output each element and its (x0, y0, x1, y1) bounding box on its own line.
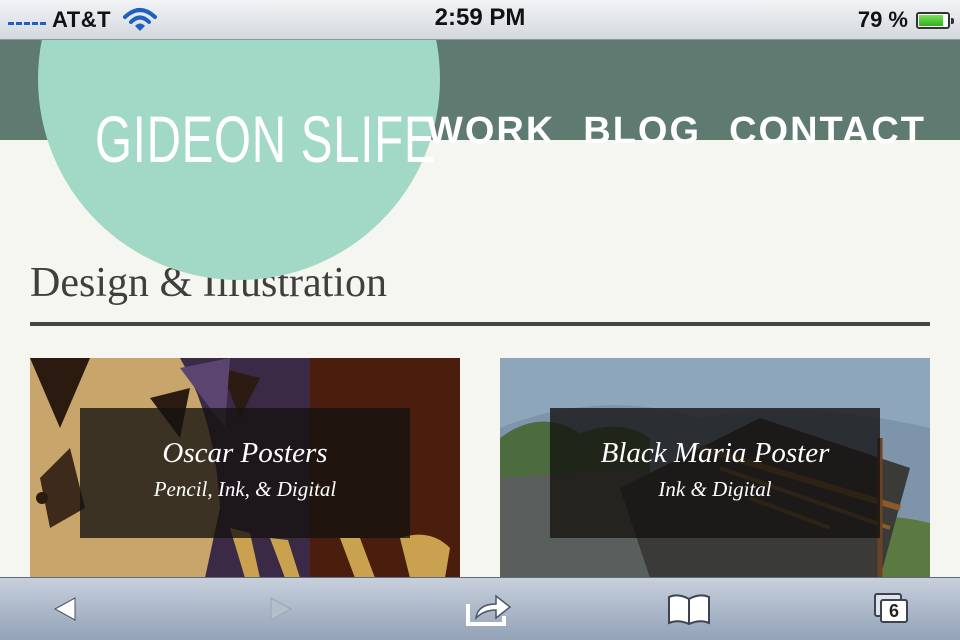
section-divider (30, 322, 930, 326)
tabs-button[interactable]: 6 (866, 588, 916, 630)
share-icon (466, 594, 512, 626)
back-button[interactable] (44, 588, 88, 630)
tabs-icon: 6 (868, 589, 914, 629)
battery-level (919, 14, 943, 26)
share-button[interactable] (462, 588, 516, 630)
site-logo[interactable]: GIDEON SLIFE (95, 106, 436, 172)
bookmarks-button[interactable] (662, 588, 716, 630)
bookmarks-icon (668, 594, 710, 626)
nav-contact[interactable]: CONTACT (729, 112, 926, 150)
forward-arrow-icon (270, 597, 293, 621)
nav-blog[interactable]: BLOG (583, 112, 701, 150)
project-tile-black-maria-poster[interactable]: Black Maria Poster Ink & Digital (500, 358, 930, 578)
project-title: Oscar Posters (162, 437, 328, 469)
forward-button[interactable] (258, 588, 302, 630)
tabs-count: 6 (880, 599, 908, 623)
status-right: 79 % (857, 6, 954, 34)
project-subtitle: Ink & Digital (658, 476, 772, 501)
status-bar: AT&T 2:59 PM 79 % (0, 0, 960, 40)
project-tile-oscar-posters[interactable]: Oscar Posters Pencil, Ink, & Digital (30, 358, 460, 578)
status-time: 2:59 PM (434, 4, 526, 31)
nav-work[interactable]: WORK (427, 112, 555, 150)
browser-toolbar: 6 (0, 577, 960, 640)
main-nav: WORK BLOG CONTACT (427, 112, 926, 150)
project-caption: Oscar Posters Pencil, Ink, & Digital (80, 408, 410, 538)
project-caption: Black Maria Poster Ink & Digital (550, 408, 880, 538)
battery-icon (916, 11, 954, 29)
project-title: Black Maria Poster (600, 437, 830, 469)
back-arrow-icon (53, 597, 76, 621)
battery-percent: 79 % (857, 7, 908, 32)
site-header: GIDEON SLIFE WORK BLOG CONTACT (0, 0, 960, 280)
project-subtitle: Pencil, Ink, & Digital (153, 476, 337, 501)
